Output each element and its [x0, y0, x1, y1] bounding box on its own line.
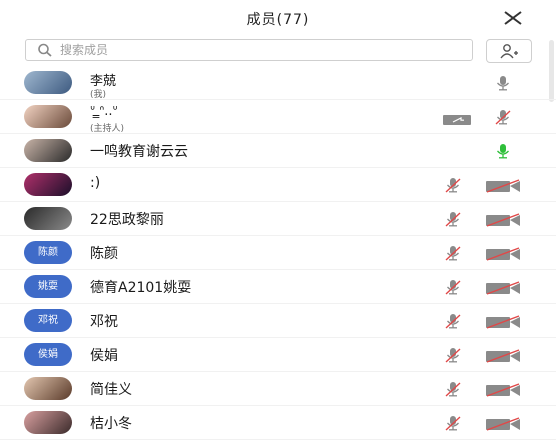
- mic-muted-icon[interactable]: [444, 244, 462, 266]
- avatar: [24, 71, 72, 94]
- screen-share-icon[interactable]: [443, 111, 471, 130]
- panel-title: 成员(77): [246, 12, 310, 28]
- search-input[interactable]: [60, 41, 460, 58]
- camera-off-icon[interactable]: [485, 178, 521, 197]
- member-name: 陈颜: [90, 246, 118, 262]
- mic-muted-icon[interactable]: [444, 346, 462, 368]
- mic-muted-icon[interactable]: [444, 414, 462, 436]
- avatar-initials: 陈颜: [24, 241, 72, 264]
- member-row[interactable]: ᐡ ̳ᐢ..ᐡ (主持人): [0, 100, 556, 134]
- member-row[interactable]: 邓祝 邓祝: [0, 304, 556, 338]
- member-name: 侯娟: [90, 348, 118, 364]
- member-row[interactable]: 侯娟 侯娟: [0, 338, 556, 372]
- member-row[interactable]: :): [0, 168, 556, 202]
- add-person-icon: [500, 44, 518, 59]
- member-row[interactable]: 姚耍 德育A2101姚耍: [0, 270, 556, 304]
- members-header: 成员(77): [0, 0, 556, 38]
- microphone-icon[interactable]: [494, 142, 512, 164]
- close-icon[interactable]: [502, 9, 524, 27]
- camera-off-icon[interactable]: [485, 348, 521, 367]
- camera-off-icon[interactable]: [485, 212, 521, 231]
- member-name: 邓祝: [90, 314, 118, 330]
- avatar: [24, 377, 72, 400]
- camera-off-icon[interactable]: [485, 382, 521, 401]
- mic-muted-icon[interactable]: [444, 278, 462, 300]
- camera-off-icon[interactable]: [485, 314, 521, 333]
- avatar-initials: 侯娟: [24, 343, 72, 366]
- avatar: [24, 411, 72, 434]
- camera-off-icon[interactable]: [485, 280, 521, 299]
- mic-muted-icon[interactable]: [444, 380, 462, 402]
- member-row[interactable]: 桔小冬: [0, 406, 556, 440]
- member-row[interactable]: 李兢 (我): [0, 66, 556, 100]
- member-name: :): [90, 175, 101, 191]
- camera-off-icon[interactable]: [485, 246, 521, 265]
- member-name: 桔小冬: [90, 416, 132, 432]
- member-row[interactable]: 简佳义: [0, 372, 556, 406]
- member-row[interactable]: 陈颜 陈颜: [0, 236, 556, 270]
- member-row[interactable]: 一鸣教育谢云云: [0, 134, 556, 168]
- search-icon: [38, 43, 52, 57]
- avatar: [24, 173, 72, 196]
- camera-off-icon[interactable]: [485, 416, 521, 435]
- member-row[interactable]: 22思政黎丽: [0, 202, 556, 236]
- mic-muted-icon[interactable]: [444, 312, 462, 334]
- mic-muted-icon[interactable]: [494, 108, 512, 130]
- member-role: (我): [90, 90, 107, 100]
- avatar-initials: 姚耍: [24, 275, 72, 298]
- avatar: [24, 105, 72, 128]
- invite-member-button[interactable]: [486, 39, 532, 63]
- avatar: [24, 139, 72, 162]
- avatar: [24, 207, 72, 230]
- member-name: 简佳义: [90, 382, 132, 398]
- member-name: ᐡ ̳ᐢ..ᐡ: [90, 104, 118, 119]
- member-role: (主持人): [90, 124, 125, 134]
- mic-muted-icon[interactable]: [444, 176, 462, 198]
- microphone-icon[interactable]: [494, 74, 512, 96]
- member-list: 李兢 (我) ᐡ ̳ᐢ..ᐡ (主持人) 一鸣教育谢云云:) 22思政黎丽 陈颜 陈颜 姚耍 德育…: [0, 66, 556, 440]
- member-name: 一鸣教育谢云云: [90, 144, 188, 160]
- member-name: 德育A2101姚耍: [90, 280, 192, 296]
- member-name: 22思政黎丽: [90, 212, 164, 228]
- member-search-box[interactable]: [25, 39, 473, 61]
- mic-muted-icon[interactable]: [444, 210, 462, 232]
- avatar-initials: 邓祝: [24, 309, 72, 332]
